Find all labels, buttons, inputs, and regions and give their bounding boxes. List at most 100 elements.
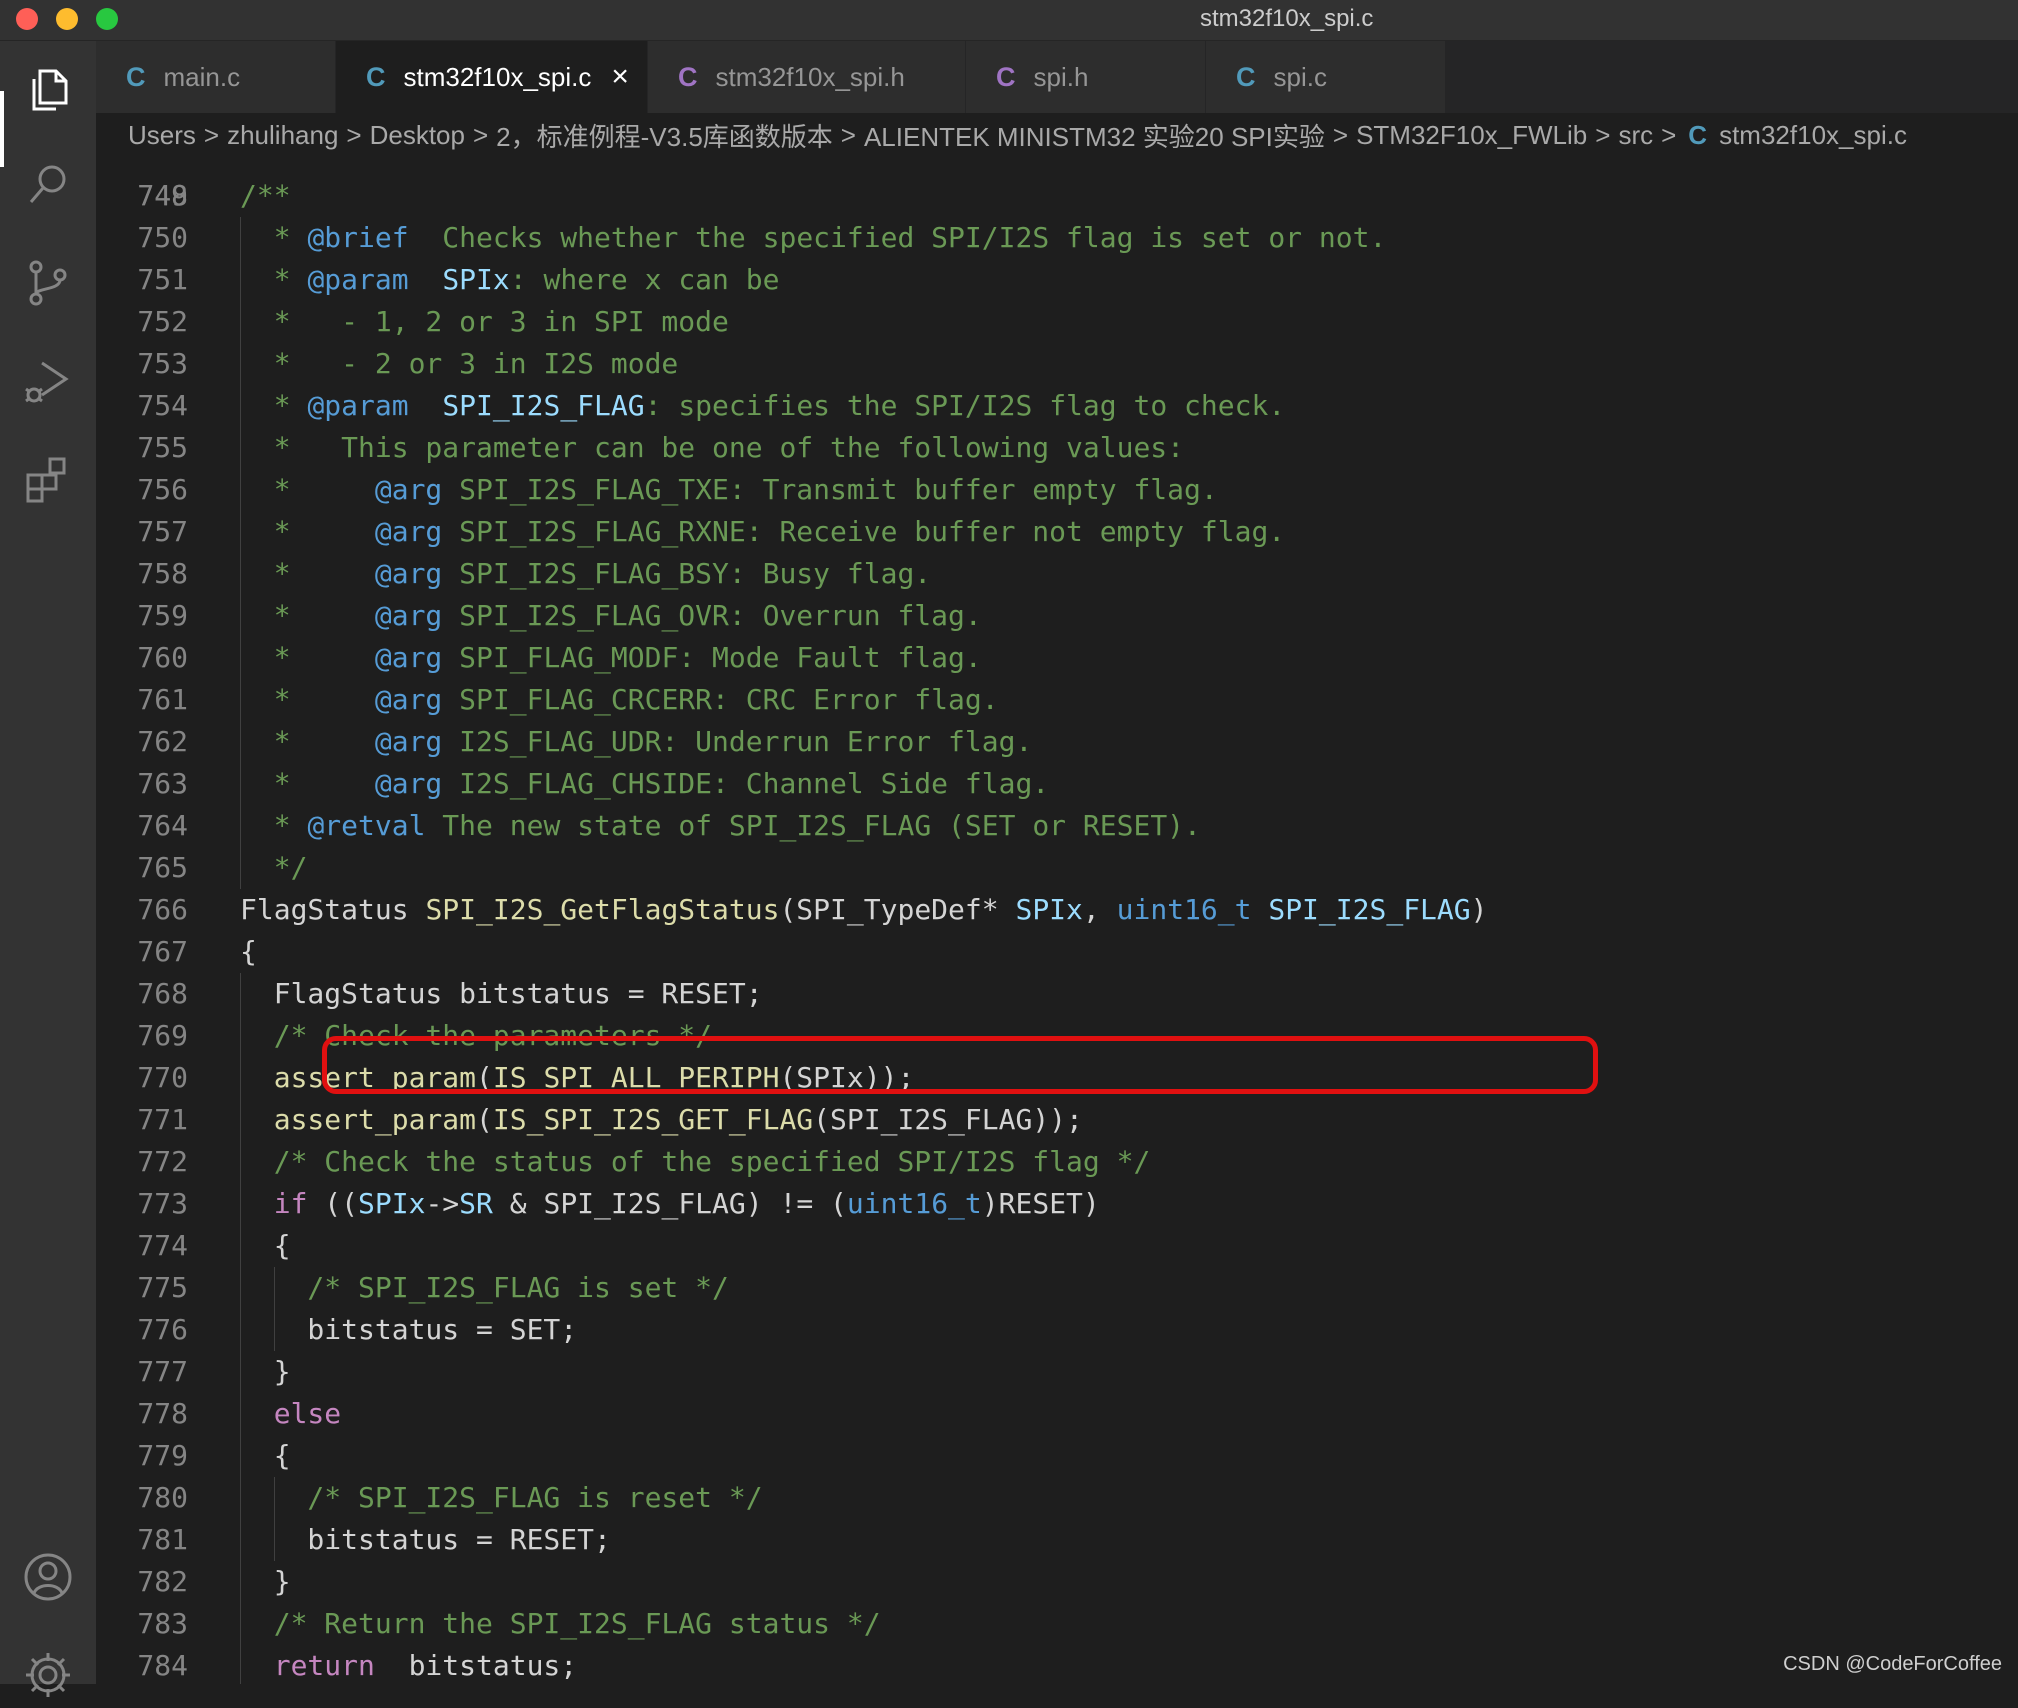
code-token: @param <box>307 263 408 296</box>
tab-stm32f10x-spi-c[interactable]: C stm32f10x_spi.c × <box>336 41 648 113</box>
line-number: 756 <box>96 469 188 511</box>
close-tab-icon[interactable]: × <box>611 60 629 94</box>
line-number: 751 <box>96 259 188 301</box>
code-text: /* SPI_I2S_FLAG is reset */ <box>240 1477 763 1519</box>
line-number: 779 <box>96 1435 188 1477</box>
line-number: 784 <box>96 1645 188 1684</box>
code-token: * <box>240 599 375 632</box>
code-line: 768 FlagStatus bitstatus = RESET; <box>96 973 2018 1015</box>
watermark: CSDN @CodeForCoffee <box>1783 1653 2002 1676</box>
line-number: 783 <box>96 1603 188 1645</box>
settings-gear-icon[interactable] <box>20 1647 76 1703</box>
source-control-icon[interactable] <box>20 255 76 311</box>
code-token: , <box>1083 893 1117 926</box>
code-token: * <box>240 263 307 296</box>
code-token <box>409 389 443 422</box>
breadcrumb-item[interactable]: ALIENTEK MINISTM32 实验20 SPI实验 <box>864 117 1325 154</box>
breadcrumb-item[interactable]: src <box>1618 120 1653 151</box>
breadcrumb-file[interactable]: stm32f10x_spi.c <box>1719 120 1907 151</box>
code-token: * <box>240 809 307 842</box>
code-line: 772 /* Check the status of the specified… <box>96 1141 2018 1183</box>
search-icon[interactable] <box>20 157 76 213</box>
code-token: )RESET) <box>982 1187 1100 1220</box>
code-token: else <box>240 1397 341 1430</box>
code-line: 757 * @arg SPI_I2S_FLAG_RXNE: Receive bu… <box>96 511 2018 553</box>
code-line: 782 } <box>96 1561 2018 1603</box>
code-text: assert_param(IS_SPI_I2S_GET_FLAG(SPI_I2S… <box>240 1099 1083 1141</box>
window-title: stm32f10x_spi.c <box>1200 5 1373 33</box>
code-token: * <box>240 557 375 590</box>
indent-guide <box>274 1267 275 1351</box>
code-token <box>409 263 443 296</box>
tab-spi-h[interactable]: C spi.h <box>966 41 1206 113</box>
code-token: /* Check the status of the specified SPI… <box>240 1145 1150 1178</box>
code-text: } <box>240 1561 291 1603</box>
code-token: I2S_FLAG_CHSIDE: Channel Side flag. <box>442 767 1049 800</box>
indent-guide <box>240 217 241 889</box>
files-icon[interactable] <box>20 61 76 117</box>
code-token: IS_SPI_I2S_GET_FLAG <box>493 1103 813 1136</box>
tab-spi-c[interactable]: C spi.c <box>1206 41 1446 113</box>
code-token: I2S_FLAG_UDR: Underrun Error flag. <box>442 725 1032 758</box>
code-token: SPIx <box>442 263 509 296</box>
code-text: * @arg SPI_FLAG_MODF: Mode Fault flag. <box>240 637 982 679</box>
code-text: * This parameter can be one of the follo… <box>240 427 1184 469</box>
code-line: 763 * @arg I2S_FLAG_CHSIDE: Channel Side… <box>96 763 2018 805</box>
tab-stm32f10x-spi-h[interactable]: C stm32f10x_spi.h <box>648 41 966 113</box>
breadcrumb-item[interactable]: 2，标准例程-V3.5库函数版本 <box>496 117 833 154</box>
c-header-file-icon: C <box>678 62 698 93</box>
code-text: * - 2 or 3 in I2S mode <box>240 343 678 385</box>
code-token: /* Return the SPI_I2S_FLAG status */ <box>240 1607 881 1640</box>
code-text: * @arg SPI_I2S_FLAG_TXE: Transmit buffer… <box>240 469 1218 511</box>
code-line: 764 * @retval The new state of SPI_I2S_F… <box>96 805 2018 847</box>
code-token: @arg <box>375 557 442 590</box>
code-line: 751 * @param SPIx: where x can be <box>96 259 2018 301</box>
code-token: @param <box>307 389 408 422</box>
code-text: * @param SPIx: where x can be <box>240 259 779 301</box>
tab-main-c[interactable]: C main.c <box>96 41 336 113</box>
breadcrumb-item[interactable]: Desktop <box>370 120 465 151</box>
minimize-window-button[interactable] <box>56 8 78 30</box>
account-icon[interactable] <box>20 1549 76 1605</box>
code-line: 759 * @arg SPI_I2S_FLAG_OVR: Overrun fla… <box>96 595 2018 637</box>
line-number: 749 <box>96 175 188 217</box>
code-text: * @arg SPI_I2S_FLAG_OVR: Overrun flag. <box>240 595 982 637</box>
code-token: @arg <box>375 767 442 800</box>
line-number: 769 <box>96 1015 188 1057</box>
code-line: 780 /* SPI_I2S_FLAG is reset */ <box>96 1477 2018 1519</box>
code-token: @arg <box>375 515 442 548</box>
code-token: @arg <box>375 473 442 506</box>
code-token: SPI_I2S_FLAG_RXNE: Receive buffer not em… <box>442 515 1285 548</box>
code-text: * @brief Checks whether the specified SP… <box>240 217 1386 259</box>
run-debug-icon[interactable] <box>20 353 76 409</box>
line-number: 781 <box>96 1519 188 1561</box>
breadcrumb-item[interactable]: zhulihang <box>227 120 338 151</box>
zoom-window-button[interactable] <box>96 8 118 30</box>
code-editor[interactable]: 748 749/**750 * @brief Checks whether th… <box>96 157 2018 1684</box>
extensions-icon[interactable] <box>20 451 76 507</box>
code-token: assert_param <box>240 1103 476 1136</box>
close-window-button[interactable] <box>16 8 38 30</box>
code-text: * - 1, 2 or 3 in SPI mode <box>240 301 729 343</box>
code-token: * <box>240 641 375 674</box>
code-token: SPI_I2S_FLAG_BSY: Busy flag. <box>442 557 931 590</box>
code-text: bitstatus = SET; <box>240 1309 577 1351</box>
code-line: 761 * @arg SPI_FLAG_CRCERR: CRC Error fl… <box>96 679 2018 721</box>
code-token: -> <box>425 1187 459 1220</box>
code-token: FlagStatus bitstatus = RESET; <box>240 977 763 1010</box>
breadcrumb-separator: > <box>204 120 219 151</box>
breadcrumb-item[interactable]: Users <box>128 120 196 151</box>
c-file-icon: C <box>366 62 386 93</box>
code-text: else <box>240 1393 341 1435</box>
line-number: 765 <box>96 847 188 889</box>
line-number: 775 <box>96 1267 188 1309</box>
code-text: * @arg I2S_FLAG_CHSIDE: Channel Side fla… <box>240 763 1049 805</box>
indent-guide <box>240 973 241 1684</box>
code-text: if ((SPIx->SR & SPI_I2S_FLAG) != (uint16… <box>240 1183 1100 1225</box>
line-number: 759 <box>96 595 188 637</box>
breadcrumb-item[interactable]: STM32F10x_FWLib <box>1356 120 1587 151</box>
code-token: SPI_I2S_FLAG_OVR: Overrun flag. <box>442 599 981 632</box>
activity-bar <box>0 41 96 1684</box>
line-number: 770 <box>96 1057 188 1099</box>
line-number: 768 <box>96 973 188 1015</box>
